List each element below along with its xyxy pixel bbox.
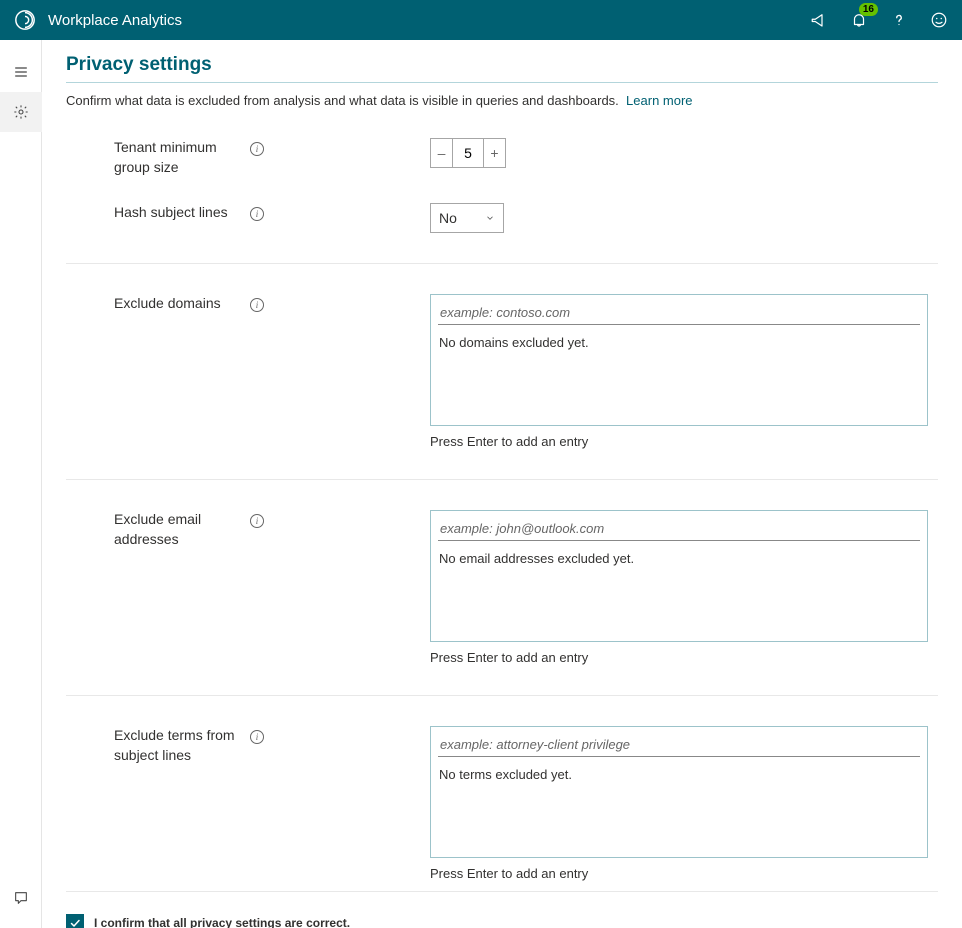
header-actions: 16 [810, 11, 948, 29]
page-description: Confirm what data is excluded from analy… [66, 93, 938, 108]
chevron-down-icon [485, 213, 495, 223]
exclude-terms-empty: No terms excluded yet. [431, 757, 927, 857]
notification-badge: 16 [859, 3, 878, 16]
info-icon[interactable]: i [250, 514, 264, 528]
section-exclude-terms: Exclude terms from subject lines i No te… [66, 696, 938, 891]
hash-subject-value: No [439, 210, 457, 226]
announce-icon[interactable] [810, 11, 828, 29]
exclude-emails-label: Exclude email addresses [114, 510, 250, 665]
feedback-icon[interactable] [930, 11, 948, 29]
notification-icon[interactable]: 16 [850, 11, 868, 29]
app-header: Workplace Analytics 16 [0, 0, 962, 40]
hash-subject-label: Hash subject lines [114, 203, 250, 233]
exclude-terms-hint: Press Enter to add an entry [430, 866, 938, 881]
confirm-label: I confirm that all privacy settings are … [94, 916, 350, 928]
section-general: Tenant minimum group size i – + Hash sub… [66, 108, 938, 264]
info-icon[interactable]: i [250, 207, 264, 221]
exclude-domains-input[interactable] [438, 301, 920, 325]
exclude-emails-hint: Press Enter to add an entry [430, 650, 938, 665]
exclude-domains-hint: Press Enter to add an entry [430, 434, 938, 449]
sidebar-item-feedback[interactable] [0, 878, 42, 918]
tenant-min-label: Tenant minimum group size [114, 138, 250, 177]
learn-more-link[interactable]: Learn more [626, 93, 692, 108]
app-title: Workplace Analytics [48, 12, 182, 29]
section-exclude-emails: Exclude email addresses i No email addre… [66, 480, 938, 696]
info-icon[interactable]: i [250, 298, 264, 312]
info-icon[interactable]: i [250, 142, 264, 156]
stepper-decrement[interactable]: – [431, 139, 453, 167]
exclude-domains-box: No domains excluded yet. [430, 294, 928, 426]
exclude-domains-empty: No domains excluded yet. [431, 325, 927, 425]
exclude-terms-input[interactable] [438, 733, 920, 757]
app-logo-box: Workplace Analytics [14, 9, 182, 31]
tenant-min-input[interactable] [453, 139, 483, 167]
main-content: Privacy settings Confirm what data is ex… [42, 40, 962, 928]
exclude-terms-label: Exclude terms from subject lines [114, 726, 250, 881]
sidebar-menu-toggle[interactable] [0, 52, 42, 92]
exclude-emails-empty: No email addresses excluded yet. [431, 541, 927, 641]
section-exclude-domains: Exclude domains i No domains excluded ye… [66, 264, 938, 480]
info-icon[interactable]: i [250, 730, 264, 744]
confirm-row: I confirm that all privacy settings are … [66, 914, 938, 928]
hash-subject-select[interactable]: No [430, 203, 504, 233]
exclude-emails-box: No email addresses excluded yet. [430, 510, 928, 642]
stepper-increment[interactable]: + [483, 139, 505, 167]
exclude-domains-label: Exclude domains [114, 294, 250, 449]
sidebar-item-settings[interactable] [0, 92, 42, 132]
exclude-terms-box: No terms excluded yet. [430, 726, 928, 858]
sidebar [0, 40, 42, 928]
page-title: Privacy settings [66, 54, 938, 83]
exclude-emails-input[interactable] [438, 517, 920, 541]
logo-icon [14, 9, 48, 31]
help-icon[interactable] [890, 11, 908, 29]
tenant-min-stepper: – + [430, 138, 506, 168]
confirm-checkbox[interactable] [66, 914, 84, 928]
